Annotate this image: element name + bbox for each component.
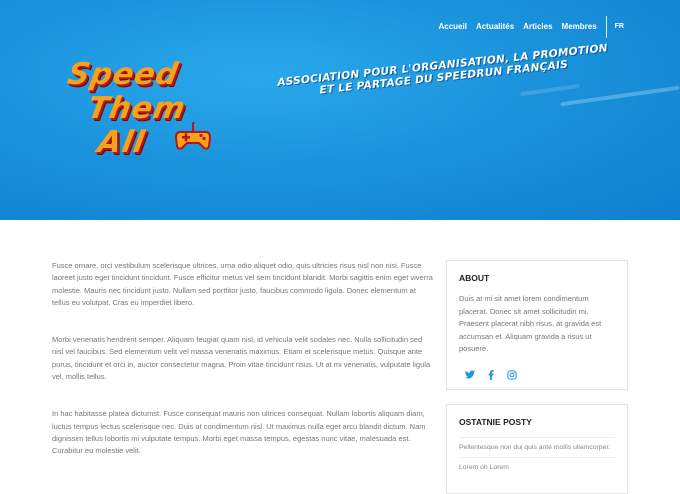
gamepad-icon xyxy=(174,122,212,150)
about-widget-text: Duis at mi sit amet lorem condimentum pl… xyxy=(459,294,602,353)
nav-link-articles[interactable]: Articles xyxy=(523,22,552,32)
recent-post-link[interactable]: Pellentesque non dui quis ante mollis ul… xyxy=(459,437,615,457)
language-switcher[interactable]: FR xyxy=(615,22,624,32)
nav-link-actualites[interactable]: Actualités xyxy=(476,22,514,32)
recent-posts-list: Pellentesque non dui quis ante mollis ul… xyxy=(447,427,627,477)
nav-link-accueil[interactable]: Accueil xyxy=(438,22,466,32)
recent-posts-widget: OSTATNIE POSTY Pellentesque non dui quis… xyxy=(446,404,628,494)
main-content: Fusce ornare, orci vestibulum scelerisqu… xyxy=(52,260,434,483)
about-widget-title: ABOUT xyxy=(459,273,490,283)
hero-tagline: Association pour l'organisation, la prom… xyxy=(248,39,638,104)
hero-banner: Accueil Actualités Articles Membres FR S… xyxy=(0,0,680,220)
main-nav: Accueil Actualités Articles Membres FR xyxy=(429,16,624,38)
decorative-streak xyxy=(520,83,580,97)
recent-posts-title: OSTATNIE POSTY xyxy=(459,417,532,427)
logo-word-speed: Speed xyxy=(65,57,182,92)
nav-divider xyxy=(605,16,607,38)
article-paragraph: Morbi venenatis hendrerit semper. Aliqua… xyxy=(52,335,431,382)
site-logo[interactable]: Speed Them All xyxy=(65,57,216,165)
logo-word-them: Them xyxy=(85,91,189,126)
decorative-streak xyxy=(560,85,680,107)
article-paragraph: In hac habitasse platea dictumst. Fusce … xyxy=(52,409,426,456)
article-paragraph: Fusce ornare, orci vestibulum scelerisqu… xyxy=(52,261,433,307)
facebook-icon[interactable] xyxy=(484,368,498,382)
recent-post-link[interactable]: Lorem oh Lorem xyxy=(459,457,615,477)
logo-word-all: All xyxy=(95,125,148,160)
about-widget: ABOUT Duis at mi sit amet lorem condimen… xyxy=(446,260,628,390)
twitter-icon[interactable] xyxy=(463,368,477,382)
instagram-icon[interactable] xyxy=(505,368,519,382)
nav-link-membres[interactable]: Membres xyxy=(562,22,597,32)
social-links xyxy=(447,356,627,394)
